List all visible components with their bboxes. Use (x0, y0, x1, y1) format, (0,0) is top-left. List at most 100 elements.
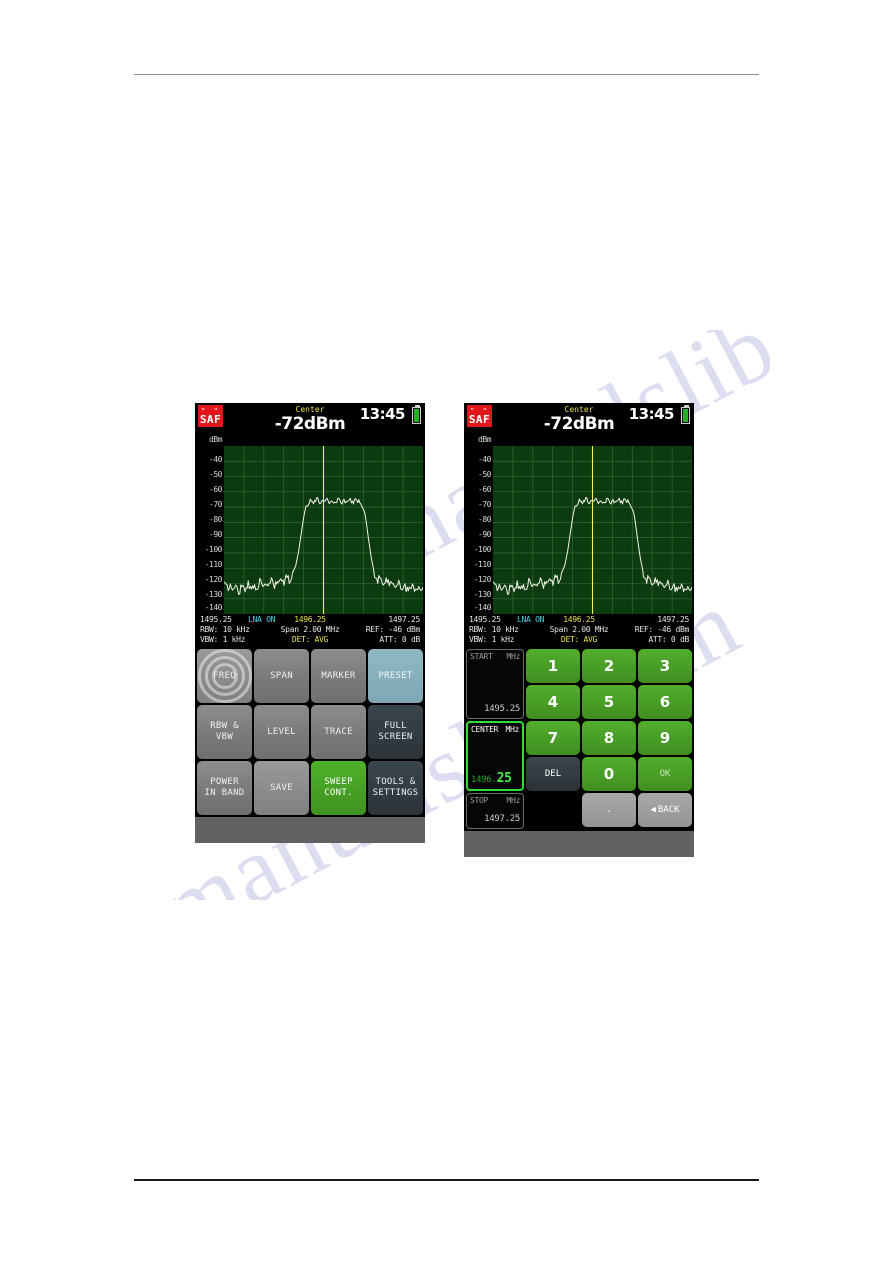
center-label: CENTER (471, 725, 499, 734)
stop-field-label: STOP MHz (470, 796, 520, 805)
freq-stop: 1497.25 (657, 615, 689, 624)
start-label: START (470, 652, 493, 661)
stop-value: 1497.25 (484, 814, 520, 824)
key-4[interactable]: 4 (526, 685, 580, 719)
function-button-span[interactable]: SPAN (254, 649, 309, 703)
y-tick-2: -60 (478, 485, 491, 494)
function-button-label: TRACE (324, 726, 353, 737)
y-tick-7: -110 (473, 560, 492, 569)
spectrum-grid (493, 446, 692, 614)
y-axis-unit: dBm (478, 435, 491, 444)
center-freq-field[interactable]: CENTER MHz 1496.25 (466, 721, 524, 791)
status-row-freq: 1495.25 LNA ON 1496.25 1497.25 (467, 615, 691, 625)
y-tick-8: -120 (473, 575, 492, 584)
y-tick-0: -40 (209, 455, 222, 464)
status-row-rbw: RBW: 10 kHz Span 2.00 MHz REF: -46 dBm (467, 625, 691, 635)
device-left-bezel (195, 817, 425, 843)
function-button-tools-settings[interactable]: TOOLS & SETTINGS (368, 761, 423, 815)
y-tick-8: -120 (204, 575, 223, 584)
center-field-label: CENTER MHz (471, 725, 519, 734)
y-tick-10: -140 (204, 603, 223, 612)
device-right-bezel (464, 831, 694, 857)
back-key[interactable]: ◀ BACK (638, 793, 692, 827)
status-row-rbw: RBW: 10 kHz Span 2.00 MHz REF: -46 dBm (198, 625, 422, 635)
y-axis: dBm -40 -50 -60 -70 -80 -90 -100 -110 -1… (195, 434, 224, 614)
center-value: 1496.25 (471, 767, 519, 786)
key-blank (526, 793, 580, 827)
stop-unit: MHz (506, 796, 520, 805)
y-tick-1: -50 (478, 470, 491, 479)
device-right-status: 1495.25 LNA ON 1496.25 1497.25 RBW: 10 k… (464, 614, 694, 647)
function-button-sweep-cont[interactable]: SWEEP CONT. (311, 761, 366, 815)
function-button-full-screen[interactable]: FULL SCREEN (368, 705, 423, 759)
y-tick-9: -130 (204, 590, 223, 599)
function-button-label: FREQ (213, 670, 236, 681)
key-5[interactable]: 5 (582, 685, 636, 719)
device-left-topbar: " " " SAF Center -72dBm 13:45 (195, 403, 425, 434)
status-row-freq: 1495.25 LNA ON 1496.25 1497.25 (198, 615, 422, 625)
y-axis-unit: dBm (209, 435, 222, 444)
y-tick-5: -90 (478, 530, 491, 539)
start-unit: MHz (506, 652, 520, 661)
y-tick-0: -40 (478, 455, 491, 464)
function-button-label: SPAN (270, 670, 293, 681)
device-left-status: 1495.25 LNA ON 1496.25 1497.25 RBW: 10 k… (195, 614, 425, 647)
key-2[interactable]: 2 (582, 649, 636, 683)
function-button-label: TOOLS & SETTINGS (372, 777, 419, 798)
key-8[interactable]: 8 (582, 721, 636, 755)
key-3[interactable]: 3 (638, 649, 692, 683)
att-value: ATT: 0 dB (648, 635, 689, 644)
status-row-vbw: VBW: 1 kHz DET: AVG ATT: 0 dB (198, 635, 422, 645)
device-right-screen: " " " SAF Center -72dBm 13:45 dBm -40 -5… (464, 403, 694, 831)
y-tick-9: -130 (473, 590, 492, 599)
y-tick-10: -140 (473, 603, 492, 612)
y-tick-4: -80 (478, 515, 491, 524)
status-row-vbw: VBW: 1 kHz DET: AVG ATT: 0 dB (467, 635, 691, 645)
device-left-plot: dBm -40 -50 -60 -70 -80 -90 -100 -110 -1… (195, 434, 425, 614)
y-tick-7: -110 (204, 560, 223, 569)
decimal-key[interactable]: . (582, 793, 636, 827)
function-button-trace[interactable]: TRACE (311, 705, 366, 759)
function-button-label: SAVE (270, 782, 293, 793)
y-axis: dBm -40 -50 -60 -70 -80 -90 -100 -110 -1… (464, 434, 493, 614)
device-left-screen: " " " SAF Center -72dBm 13:45 dBm -40 -5… (195, 403, 425, 817)
spectrum-grid (224, 446, 423, 614)
back-key-label: BACK (657, 805, 680, 815)
freq-stop: 1497.25 (388, 615, 420, 624)
y-tick-6: -100 (473, 545, 492, 554)
delete-key[interactable]: DEL (526, 757, 580, 791)
start-freq-field[interactable]: START MHz 1495.25 (466, 649, 524, 719)
center-value-bright: 25 (496, 771, 512, 786)
page-rule-top (134, 74, 759, 75)
key-1[interactable]: 1 (526, 649, 580, 683)
stop-freq-field[interactable]: STOP MHz 1497.25 (466, 793, 524, 829)
function-button-rbw-vbw[interactable]: RBW & VBW (197, 705, 252, 759)
function-button-marker[interactable]: MARKER (311, 649, 366, 703)
function-button-power-in-band[interactable]: POWER IN BAND (197, 761, 252, 815)
spectrum-svg (493, 446, 692, 614)
key-9[interactable]: 9 (638, 721, 692, 755)
function-button-label: LEVEL (267, 726, 296, 737)
center-value-dim: 1496. (471, 775, 497, 785)
ref-value: REF: -46 dBm (634, 625, 690, 634)
clock: 13:45 (628, 405, 675, 423)
device-left: " " " SAF Center -72dBm 13:45 dBm -40 -5… (195, 403, 425, 843)
key-0[interactable]: 0 (582, 757, 636, 791)
function-button-label: MARKER (321, 670, 356, 681)
key-6[interactable]: 6 (638, 685, 692, 719)
stop-label: STOP (470, 796, 489, 805)
function-button-save[interactable]: SAVE (254, 761, 309, 815)
clock: 13:45 (359, 405, 406, 423)
function-button-label: SWEEP CONT. (324, 777, 353, 798)
start-value: 1495.25 (484, 704, 520, 714)
battery-full-icon (412, 405, 421, 424)
function-button-level[interactable]: LEVEL (254, 705, 309, 759)
function-button-freq[interactable]: FREQ (197, 649, 252, 703)
start-field-label: START MHz (470, 652, 520, 661)
function-button-label: POWER IN BAND (204, 777, 245, 798)
function-button-preset[interactable]: PRESET (368, 649, 423, 703)
key-7[interactable]: 7 (526, 721, 580, 755)
ok-key[interactable]: OK (638, 757, 692, 791)
device-right-plot: dBm -40 -50 -60 -70 -80 -90 -100 -110 -1… (464, 434, 694, 614)
function-button-label: RBW & VBW (210, 721, 239, 742)
